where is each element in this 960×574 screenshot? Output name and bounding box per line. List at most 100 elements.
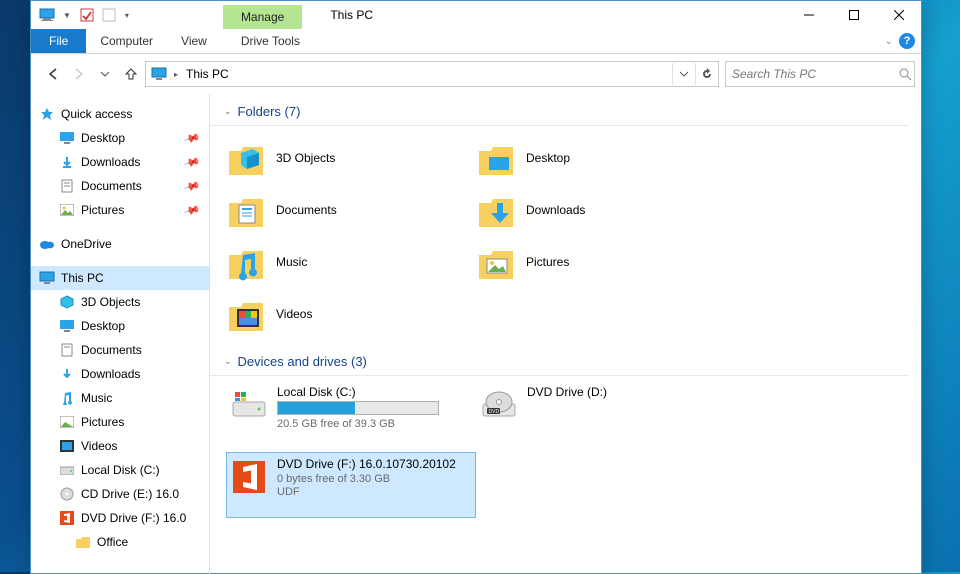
refresh-icon[interactable] (695, 63, 718, 85)
pictures-icon (59, 202, 75, 218)
documents-icon (226, 190, 266, 230)
objects3d-icon (226, 138, 266, 178)
body: Quick access Desktop📌 Downloads📌 Documen… (31, 94, 921, 574)
office-drive-icon (231, 459, 267, 495)
tree-local-c[interactable]: Local Disk (C:) (31, 458, 209, 482)
drive-dvd-d[interactable]: DVD DVD Drive (D:) (476, 380, 726, 446)
capacity-fill (278, 402, 355, 414)
folder-icon (75, 534, 91, 550)
desktop-icon (59, 130, 75, 146)
close-button[interactable] (876, 1, 921, 29)
tree-documents[interactable]: Documents📌 (31, 174, 209, 198)
ribbon-expand-icon[interactable]: ⌄ (885, 36, 893, 47)
tree-videos[interactable]: Videos (31, 434, 209, 458)
folder-desktop[interactable]: Desktop (476, 134, 726, 182)
pin-icon: 📌 (183, 129, 201, 147)
drive-dvd-f[interactable]: DVD Drive (F:) 16.0.10730.20102 0 bytes … (226, 452, 476, 518)
tab-drive-tools[interactable]: Drive Tools (227, 29, 314, 53)
section-folders[interactable]: ⌄Folders (7) (210, 94, 909, 126)
tree-downloads-pc[interactable]: Downloads (31, 362, 209, 386)
qat-more-dropdown[interactable]: ▾ (125, 11, 129, 20)
pin-icon: 📌 (183, 153, 201, 171)
navigation-tree: Quick access Desktop📌 Downloads📌 Documen… (31, 94, 210, 574)
folder-pictures[interactable]: Pictures (476, 238, 726, 286)
tree-pictures-pc[interactable]: Pictures (31, 410, 209, 434)
collapse-icon[interactable]: ⌄ (224, 356, 232, 367)
section-drives[interactable]: ⌄Devices and drives (3) (210, 344, 909, 376)
search-box[interactable] (725, 61, 915, 87)
drive-local-c[interactable]: Local Disk (C:) 20.5 GB free of 39.3 GB (226, 380, 476, 446)
window-title: This PC (330, 8, 373, 22)
tree-pictures[interactable]: Pictures📌 (31, 198, 209, 222)
tree-documents-pc[interactable]: Documents (31, 338, 209, 362)
downloads-icon (59, 154, 75, 170)
address-history-icon[interactable] (672, 63, 695, 85)
tree-quick-access[interactable]: Quick access (31, 102, 209, 126)
pictures-icon (476, 242, 516, 282)
this-pc-icon (148, 67, 170, 81)
tree-office[interactable]: Office (31, 530, 209, 554)
minimize-button[interactable] (786, 1, 831, 29)
tab-view[interactable]: View (167, 29, 221, 53)
address-bar[interactable]: ▸ This PC (145, 61, 719, 87)
tree-3d-objects[interactable]: 3D Objects (31, 290, 209, 314)
star-icon (39, 106, 55, 122)
content-pane[interactable]: ⌄Folders (7) 3D Objects Desktop Document… (210, 94, 921, 574)
drive-icon (59, 462, 75, 478)
title-zone: Manage This PC (133, 1, 786, 29)
videos-icon (226, 294, 266, 334)
recent-locations-button[interactable] (93, 62, 117, 86)
maximize-button[interactable] (831, 1, 876, 29)
folder-music[interactable]: Music (226, 238, 476, 286)
music-icon (226, 242, 266, 282)
search-icon[interactable] (895, 67, 914, 81)
title-bar: ▼ ▾ Manage This PC (31, 1, 921, 29)
breadcrumb[interactable]: This PC (182, 67, 233, 81)
folder-documents[interactable]: Documents (226, 186, 476, 234)
folder-videos[interactable]: Videos (226, 290, 476, 338)
videos-icon (59, 438, 75, 454)
collapse-icon[interactable]: ⌄ (224, 106, 232, 117)
documents-icon (59, 342, 75, 358)
tree-cd-e[interactable]: CD Drive (E:) 16.0 (31, 482, 209, 506)
downloads-icon (476, 190, 516, 230)
desktop-icon (59, 318, 75, 334)
dvd-drive-icon: DVD (481, 387, 517, 423)
onedrive-icon (39, 236, 55, 252)
documents-icon (59, 178, 75, 194)
tree-desktop-pc[interactable]: Desktop (31, 314, 209, 338)
tree-desktop[interactable]: Desktop📌 (31, 126, 209, 150)
new-folder-icon[interactable] (99, 5, 119, 25)
folders-grid: 3D Objects Desktop Documents Downloads M… (210, 126, 921, 344)
downloads-icon (59, 366, 75, 382)
explorer-window: ▼ ▾ Manage This PC File Computer View Dr… (30, 0, 922, 574)
tree-dvd-f[interactable]: DVD Drive (F:) 16.0 (31, 506, 209, 530)
forward-button[interactable] (67, 62, 91, 86)
back-button[interactable] (41, 62, 65, 86)
desktop-icon (476, 138, 516, 178)
tab-file[interactable]: File (31, 29, 86, 53)
tree-onedrive[interactable]: OneDrive (31, 232, 209, 256)
navigation-row: ▸ This PC (31, 54, 921, 94)
properties-icon[interactable] (77, 5, 97, 25)
qat-app-dropdown[interactable]: ▼ (63, 11, 71, 20)
up-button[interactable] (119, 62, 143, 86)
tree-downloads[interactable]: Downloads📌 (31, 150, 209, 174)
this-pc-icon (39, 270, 55, 286)
window-controls (786, 1, 921, 29)
tab-computer[interactable]: Computer (86, 29, 167, 53)
local-disk-icon (231, 387, 267, 423)
help-icon[interactable]: ? (899, 33, 915, 49)
contextual-tab-manage[interactable]: Manage (223, 5, 302, 29)
tree-music[interactable]: Music (31, 386, 209, 410)
capacity-bar (277, 401, 439, 415)
cd-drive-icon (59, 486, 75, 502)
folder-3d-objects[interactable]: 3D Objects (226, 134, 476, 182)
ribbon-tabs: File Computer View Drive Tools ⌄ ? (31, 29, 921, 54)
search-input[interactable] (726, 67, 895, 81)
tree-this-pc[interactable]: This PC (31, 266, 209, 290)
app-icon (37, 5, 57, 25)
address-separator-icon[interactable]: ▸ (170, 70, 182, 79)
folder-downloads[interactable]: Downloads (476, 186, 726, 234)
pictures-icon (59, 414, 75, 430)
